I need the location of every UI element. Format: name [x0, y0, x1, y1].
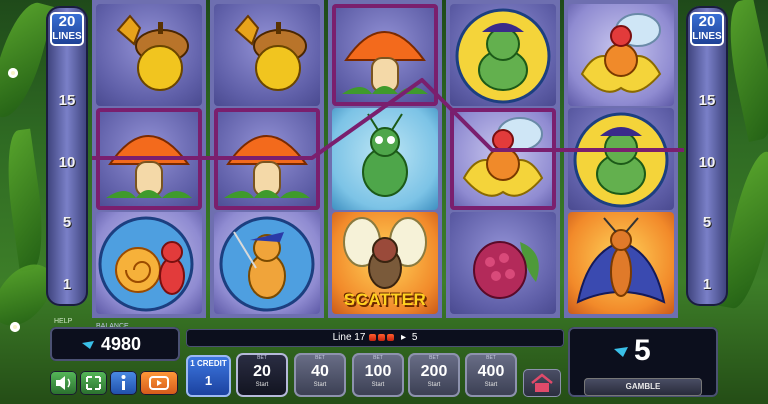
- lines-count: 20: [58, 13, 76, 30]
- mushroom-mini-icon: [387, 333, 395, 341]
- home-icon: [531, 373, 553, 392]
- reel-area: SCATTER: [92, 0, 684, 318]
- lines-label: LINES: [52, 31, 82, 42]
- symbol-batwing-ant: [568, 212, 674, 314]
- bet-start-label: Start: [427, 382, 441, 388]
- musketeer-bug-icon: [219, 216, 315, 312]
- bet-start-label: Start: [255, 382, 269, 388]
- credit-button[interactable]: 1 CREDIT 1: [186, 355, 231, 397]
- credit-label: 1 CREDIT: [190, 359, 227, 368]
- info-win: 5: [411, 332, 418, 343]
- bet-button-100[interactable]: BET 100 Start: [352, 353, 404, 397]
- symbol-firefly-lantern: [450, 108, 556, 210]
- arrow-right-icon: ▸: [401, 332, 407, 343]
- credit-value: 1: [204, 373, 213, 388]
- fullscreen-button[interactable]: [80, 371, 107, 395]
- info-line-label: Line 17: [332, 332, 366, 343]
- reel-1: [92, 0, 206, 318]
- symbol-scatter: SCATTER: [332, 212, 438, 314]
- symbol-acorn: [214, 4, 320, 106]
- acorn-icon: [116, 14, 189, 91]
- firefly-lantern-icon: [580, 13, 662, 93]
- bet-label: BET: [257, 355, 267, 361]
- sound-button[interactable]: [50, 371, 77, 395]
- scatter-label: SCATTER: [343, 290, 427, 309]
- line-number-1: 1: [702, 276, 712, 293]
- coin-icon: [82, 341, 94, 349]
- reel-4: [446, 0, 560, 318]
- balance-value: 4980: [101, 334, 142, 354]
- flower-decoration: [8, 68, 18, 78]
- symbol-raspberry: [450, 212, 556, 314]
- bet-label: BET: [373, 355, 383, 361]
- bet-value: 400: [477, 363, 505, 380]
- snail-icon: [98, 216, 194, 312]
- pirate-caterpillar-icon: [455, 8, 551, 104]
- symbol-acorn: [96, 4, 202, 106]
- bet-start-label: Start: [371, 382, 385, 388]
- reel-5: [564, 0, 678, 318]
- bet-button-40[interactable]: BET 40 Start: [294, 353, 346, 397]
- bet-label: BET: [429, 355, 439, 361]
- bet-value: 20: [253, 363, 271, 380]
- reel-3: SCATTER: [328, 0, 442, 318]
- autoplay-icon: [149, 376, 169, 390]
- symbol-mushroom: [332, 4, 438, 106]
- right-line-indicator: 20 LINES 15 10 5 1: [686, 6, 728, 306]
- mushroom-mini-icon: [369, 333, 377, 341]
- symbol-firefly-lantern: [568, 4, 674, 106]
- bet-start-label: Start: [313, 382, 327, 388]
- symbol-mushroom: [96, 108, 202, 210]
- reel-2: [210, 0, 324, 318]
- bet-start-label: Start: [484, 382, 498, 388]
- line-number-10: 10: [698, 154, 716, 171]
- help-label[interactable]: HELP: [54, 318, 72, 325]
- bet-value: 40: [311, 363, 329, 380]
- symbol-pirate-caterpillar: [568, 108, 674, 210]
- mushroom-icon: [106, 135, 192, 198]
- fullscreen-icon: [86, 376, 101, 390]
- lines-count-badge: 20 LINES: [690, 12, 724, 46]
- line-number-15: 15: [698, 92, 716, 109]
- symbol-pirate-caterpillar: [450, 4, 556, 106]
- acorn-icon: [234, 14, 307, 91]
- left-line-indicator: 20 LINES 15 10 5 1: [46, 6, 88, 306]
- info-icon: [121, 375, 126, 390]
- sound-icon: [56, 376, 71, 390]
- gamble-win-value: 5: [634, 334, 651, 367]
- lines-count: 20: [698, 13, 716, 30]
- line-number-5: 5: [702, 214, 712, 231]
- symbol-mushroom: [214, 108, 320, 210]
- bet-button-20[interactable]: BET 20 Start: [236, 353, 288, 397]
- home-button[interactable]: [523, 369, 561, 397]
- symbol-musketeer-bug: [214, 212, 320, 314]
- line-number-1: 1: [62, 276, 72, 293]
- mushroom-icon: [342, 31, 428, 94]
- pirate-caterpillar-icon: [573, 112, 669, 208]
- autoplay-button[interactable]: [140, 371, 178, 395]
- win-info-bar: Line 17 ▸ 5: [186, 329, 564, 347]
- bet-button-400[interactable]: BET 400 Start: [465, 353, 517, 397]
- symbol-grasshopper: [332, 108, 438, 210]
- bet-value: 200: [420, 363, 448, 380]
- bet-button-200[interactable]: BET 200 Start: [408, 353, 460, 397]
- bet-label: BET: [486, 355, 496, 361]
- lines-label: LINES: [692, 31, 722, 42]
- bet-label: BET: [315, 355, 325, 361]
- coin-icon: [614, 347, 628, 357]
- info-button[interactable]: [110, 371, 137, 395]
- grasshopper-icon: [362, 113, 408, 197]
- bet-value: 100: [364, 363, 392, 380]
- raspberry-icon: [473, 241, 539, 299]
- gamble-button[interactable]: GAMBLE: [584, 378, 702, 396]
- batwing-ant-icon: [576, 217, 666, 304]
- symbol-snail: [96, 212, 202, 314]
- firefly-lantern-icon: [462, 117, 544, 197]
- line-number-15: 15: [58, 92, 76, 109]
- mushroom-mini-icon: [378, 333, 386, 341]
- lines-count-badge: 20 LINES: [50, 12, 84, 46]
- mushroom-icon: [224, 135, 310, 198]
- line-number-10: 10: [58, 154, 76, 171]
- line-number-5: 5: [62, 214, 72, 231]
